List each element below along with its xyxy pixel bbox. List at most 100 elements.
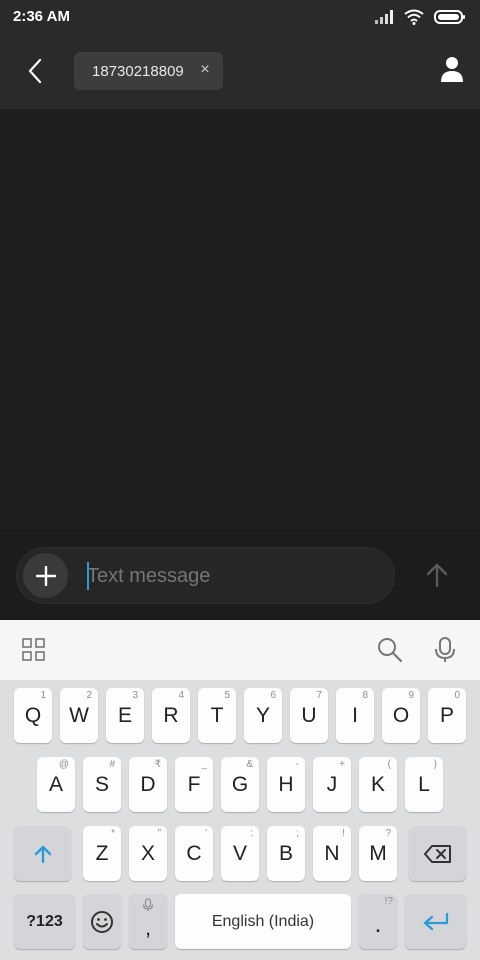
send-button[interactable] bbox=[420, 558, 454, 592]
key-o[interactable]: O9 bbox=[382, 688, 420, 743]
recipient-number: 18730218809 bbox=[92, 62, 184, 80]
key-j[interactable]: J + bbox=[313, 757, 351, 812]
enter-key[interactable] bbox=[405, 894, 466, 949]
key-e[interactable]: E3 bbox=[106, 688, 144, 743]
key-hint: * bbox=[111, 828, 115, 839]
key-hint: 1 bbox=[40, 690, 46, 701]
person-icon bbox=[441, 57, 463, 82]
key-p[interactable]: P0 bbox=[428, 688, 466, 743]
plus-icon bbox=[35, 565, 56, 586]
key-hint: 3 bbox=[132, 690, 138, 701]
key-label: F bbox=[187, 772, 201, 796]
key-hint: : bbox=[250, 828, 253, 839]
key-g[interactable]: G & bbox=[221, 757, 259, 812]
mic-icon[interactable] bbox=[432, 636, 458, 664]
shift-arrow-icon bbox=[34, 845, 51, 863]
key-hint: 6 bbox=[270, 690, 276, 701]
close-icon[interactable]: × bbox=[199, 62, 211, 78]
key-hint: 4 bbox=[178, 690, 184, 701]
key-hint: ! bbox=[342, 828, 345, 839]
key-x[interactable]: X " bbox=[129, 826, 167, 881]
key-label: K bbox=[370, 772, 385, 796]
key-label: W bbox=[69, 703, 89, 727]
key-hint: # bbox=[109, 759, 115, 770]
comma-label: , bbox=[144, 914, 152, 940]
key-h[interactable]: H- bbox=[267, 757, 305, 812]
send-arrow-icon bbox=[426, 563, 448, 588]
key-label: Y bbox=[255, 703, 270, 727]
space-bar[interactable]: English (India) bbox=[175, 894, 351, 949]
shift-key[interactable] bbox=[14, 826, 71, 881]
key-s[interactable]: S # bbox=[83, 757, 121, 812]
period-key[interactable]: . !? bbox=[359, 894, 397, 949]
key-a[interactable]: A @ bbox=[37, 757, 75, 812]
emoji-key[interactable] bbox=[83, 894, 121, 949]
compose-bar bbox=[0, 529, 480, 620]
key-hint: @ bbox=[58, 759, 69, 770]
key-hint: 2 bbox=[86, 690, 92, 701]
symbols-key[interactable]: ?123 bbox=[14, 894, 75, 949]
back-arrow-icon bbox=[28, 58, 42, 84]
key-hint: - bbox=[295, 759, 299, 770]
key-t[interactable]: T5 bbox=[198, 688, 236, 743]
key-m[interactable]: M? bbox=[359, 826, 397, 881]
search-icon[interactable] bbox=[376, 636, 404, 664]
key-k[interactable]: K( bbox=[359, 757, 397, 812]
comma-key[interactable]: , bbox=[129, 894, 167, 949]
key-n[interactable]: N! bbox=[313, 826, 351, 881]
key-hint: 0 bbox=[454, 690, 460, 701]
keyboard-toolbar bbox=[0, 620, 480, 680]
period-hint: !? bbox=[384, 896, 393, 907]
text-cursor bbox=[87, 562, 89, 590]
backspace-icon bbox=[423, 844, 451, 863]
conversation-header: 18730218809 × bbox=[0, 34, 480, 109]
key-b[interactable]: B; bbox=[267, 826, 305, 881]
back-button[interactable] bbox=[20, 54, 50, 88]
key-hint: ₹ bbox=[154, 759, 161, 770]
key-hint: ( bbox=[387, 759, 391, 770]
backspace-key[interactable] bbox=[409, 826, 466, 881]
key-w[interactable]: W2 bbox=[60, 688, 98, 743]
key-label: G bbox=[231, 772, 249, 796]
signal-icon bbox=[375, 10, 393, 24]
key-c[interactable]: C ' bbox=[175, 826, 213, 881]
key-hint: " bbox=[157, 828, 161, 839]
status-time: 2:36 AM bbox=[13, 8, 70, 25]
key-z[interactable]: Z * bbox=[83, 826, 121, 881]
key-hint: 8 bbox=[362, 690, 368, 701]
key-hint: 5 bbox=[224, 690, 230, 701]
recipient-chip[interactable]: 18730218809 × bbox=[74, 52, 223, 90]
contact-button[interactable] bbox=[440, 55, 464, 83]
key-d[interactable]: D ₹ bbox=[129, 757, 167, 812]
key-v[interactable]: V: bbox=[221, 826, 259, 881]
grid-icon[interactable] bbox=[22, 638, 46, 662]
compose-field-container bbox=[16, 547, 395, 604]
key-label: B bbox=[278, 841, 293, 865]
key-label: V bbox=[232, 841, 247, 865]
key-hint: + bbox=[339, 759, 345, 770]
message-input[interactable] bbox=[87, 561, 367, 591]
attach-button[interactable] bbox=[23, 553, 68, 598]
key-r[interactable]: R4 bbox=[152, 688, 190, 743]
mic-hint-icon bbox=[142, 898, 154, 911]
keyboard: Q1W2E3R4T5Y6U7I8O9P0 A @ S # D ₹ F _ G & H - J + K(L) … bbox=[0, 680, 480, 960]
key-label: Q bbox=[24, 703, 42, 727]
key-l[interactable]: L) bbox=[405, 757, 443, 812]
symbols-label: ?123 bbox=[26, 912, 63, 930]
key-f[interactable]: F _ bbox=[175, 757, 213, 812]
key-label: E bbox=[117, 703, 132, 727]
key-label: L bbox=[418, 772, 430, 796]
key-u[interactable]: U7 bbox=[290, 688, 328, 743]
key-label: M bbox=[369, 841, 387, 865]
battery-icon bbox=[434, 10, 465, 24]
key-label: Z bbox=[95, 841, 109, 865]
key-y[interactable]: Y6 bbox=[244, 688, 282, 743]
message-list bbox=[0, 109, 480, 529]
key-label: D bbox=[140, 772, 156, 796]
key-q[interactable]: Q1 bbox=[14, 688, 52, 743]
key-hint: ? bbox=[385, 828, 391, 839]
key-label: P bbox=[439, 703, 454, 727]
key-label: U bbox=[301, 703, 317, 727]
enter-arrow-icon bbox=[423, 912, 448, 930]
key-i[interactable]: I8 bbox=[336, 688, 374, 743]
